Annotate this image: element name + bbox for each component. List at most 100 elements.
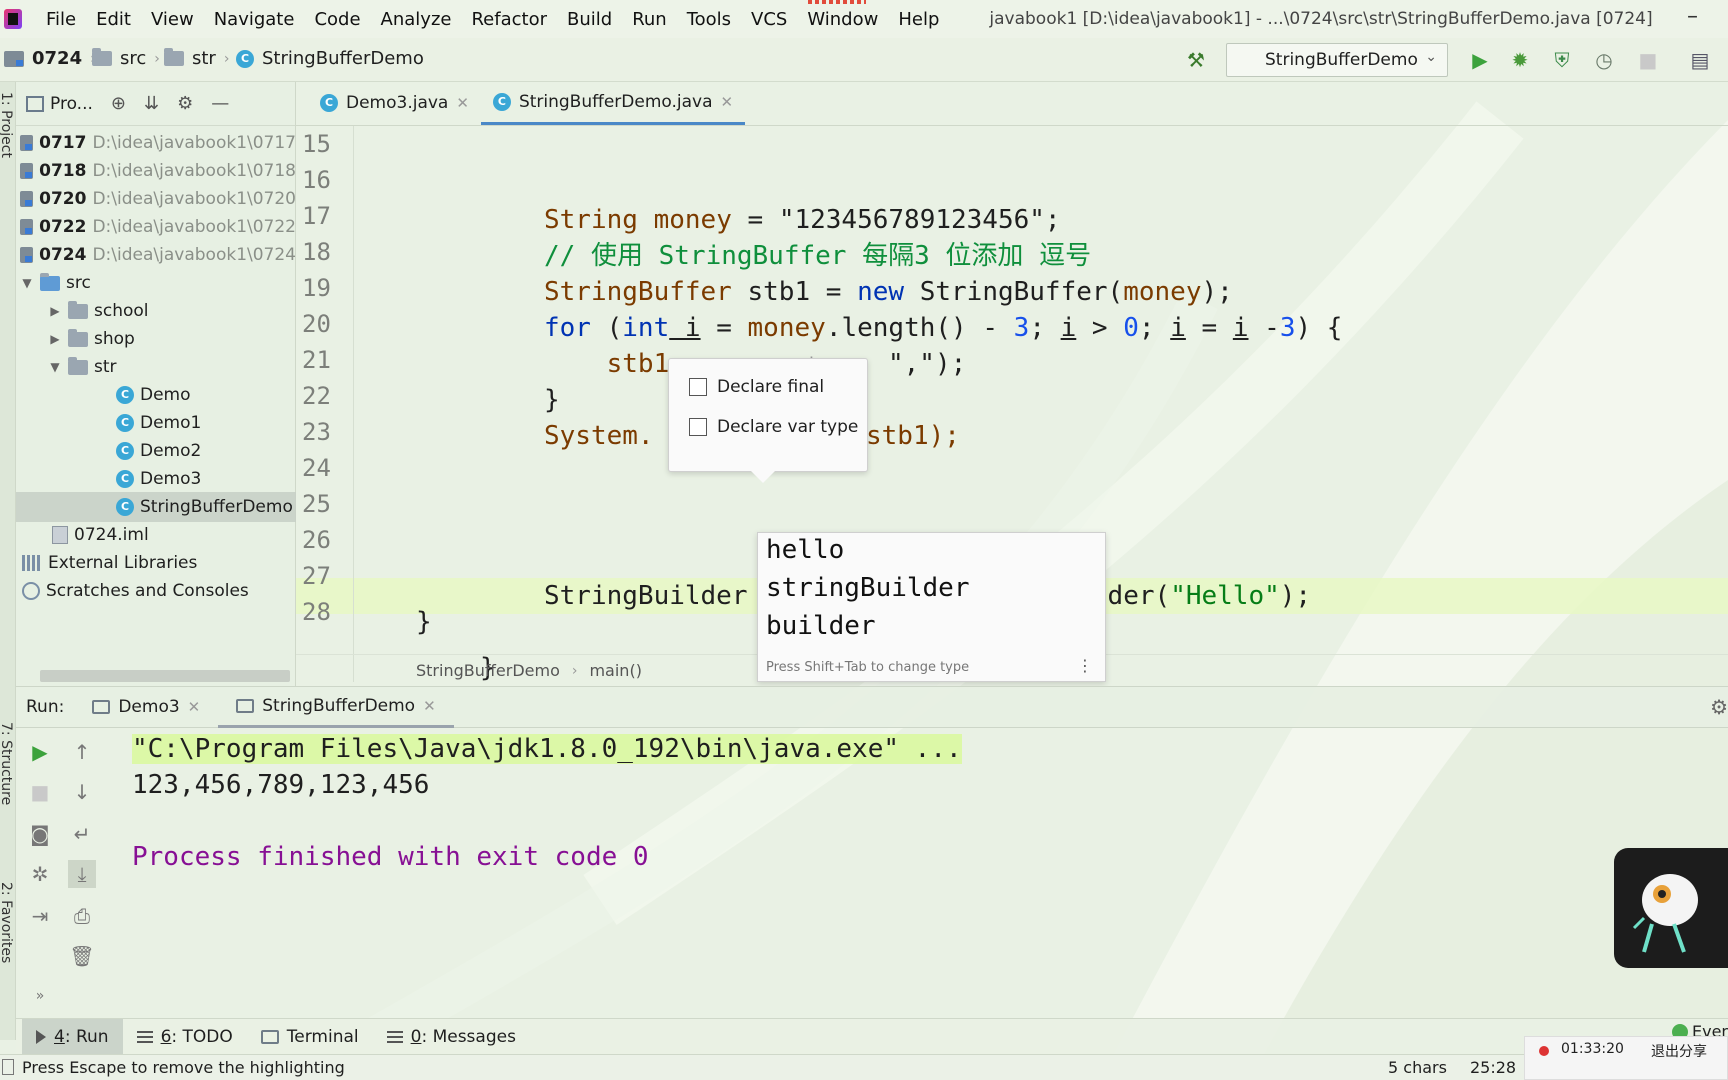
menu-edit[interactable]: Edit [86,9,141,30]
hide-panel-icon[interactable]: — [211,93,229,114]
profile-icon[interactable]: ◷ [1592,48,1616,72]
tool-tab-messages[interactable]: 0: Messages [373,1019,530,1055]
tree-item-shop[interactable]: ▶ shop [16,324,296,354]
suggestion-item[interactable]: stringBuilder [766,573,970,603]
scroll-to-end-icon[interactable]: ⤓ [68,860,96,888]
breadcrumb-class[interactable]: C StringBufferDemo [236,48,424,69]
tool-tab-run[interactable]: 4: Run [22,1018,123,1055]
close-icon[interactable]: ✕ [721,93,734,111]
code-line-22[interactable]: } [544,382,560,418]
menu-window[interactable]: Window [797,9,888,30]
breadcrumb-method[interactable]: main() [589,661,641,680]
declare-var-type-option[interactable]: Declare var type [689,417,858,437]
trash-icon[interactable]: 🗑 [68,942,96,970]
caret-position[interactable]: 25:28 [1470,1058,1516,1077]
print-icon[interactable]: ⎙ [68,902,96,930]
chevron-right-icon[interactable]: ▶ [48,332,62,346]
tool-tab-terminal[interactable]: Terminal [247,1019,373,1055]
declare-var-type-checkbox[interactable] [689,418,707,436]
breadcrumb-module[interactable]: 0724 › [4,48,96,69]
menu-navigate[interactable]: Navigate [204,9,305,30]
code-line-17[interactable]: String money = "123456789123456"; [544,202,1061,238]
tree-item-demo[interactable]: C Demo [16,380,296,410]
tree-item-demo3[interactable]: C Demo3 [16,464,296,494]
close-icon[interactable]: ✕ [423,697,436,715]
code-line-21[interactable]: stb1 [544,346,670,382]
collapse-all-icon[interactable]: ⇊ [144,93,159,114]
code-line-23[interactable]: System. [544,418,654,454]
tree-item-str[interactable]: ▼ str [16,352,296,382]
code-line-19[interactable]: StringBuffer stb1 = new StringBuffer(mon… [544,274,1233,310]
project-structure-icon[interactable]: ▤ [1688,48,1712,72]
favorites-tool-button[interactable]: 2: Favorites [0,882,14,963]
gear-icon[interactable]: ⚙ [177,93,193,114]
chevron-down-icon[interactable]: ▼ [20,276,34,290]
tree-item-0724[interactable]: 0724 D:\idea\javabook1\0724 [16,240,296,270]
more-icon[interactable]: » [26,982,54,1010]
menu-tools[interactable]: Tools [677,9,741,30]
suggestion-item[interactable]: hello [766,535,844,565]
down-arrow-icon[interactable]: ↓ [68,778,96,806]
code-line-28[interactable]: } [416,604,432,640]
suggestion-item[interactable]: builder [766,611,876,641]
exit-share-button[interactable]: 退出分享 [1651,1041,1707,1061]
project-view-select[interactable]: Pro... [26,94,93,114]
run-tab-demo3[interactable]: Demo3 ✕ [74,686,218,728]
console-output[interactable]: "C:\Program Files\Java\jdk1.8.0_192\bin\… [108,728,1728,1018]
intellij-logo-icon[interactable] [4,9,22,29]
more-options-icon[interactable]: ⋮ [1077,656,1093,675]
run-tab-stringbufferdemo[interactable]: StringBufferDemo ✕ [218,686,454,728]
tab-demo3[interactable]: C Demo3.java ✕ [308,81,481,125]
tab-stringbufferdemo[interactable]: C StringBufferDemo.java ✕ [480,81,746,125]
tree-item-scratches[interactable]: Scratches and Consoles [16,576,296,606]
close-icon[interactable]: ✕ [188,698,201,716]
menu-code[interactable]: Code [304,9,370,30]
horizontal-scrollbar[interactable] [40,670,290,682]
tool-tab-todo[interactable]: 6: TODO [123,1019,247,1055]
code-line-18[interactable]: // 使用 StringBuffer 每隔3 位添加 逗号 [544,238,1091,274]
menu-refactor[interactable]: Refactor [461,9,557,30]
rerun-icon[interactable]: ▶ [26,738,54,766]
locate-file-icon[interactable]: ⊕ [111,93,126,114]
tree-item-0718[interactable]: 0718 D:\idea\javabook1\0718 [16,156,296,186]
menu-analyze[interactable]: Analyze [371,9,462,30]
soft-wrap-icon[interactable]: ↵ [68,820,96,848]
gear-icon[interactable]: ⚙ [1710,695,1728,719]
camera-icon[interactable]: ◙ [26,820,54,848]
menu-view[interactable]: View [141,9,204,30]
project-tool-button[interactable]: 1: Project [0,92,14,158]
stop-icon[interactable]: ■ [26,778,54,806]
breadcrumb-str[interactable]: str › [164,48,229,69]
tree-item-school[interactable]: ▶ school [16,296,296,326]
menu-help[interactable]: Help [888,9,949,30]
menu-build[interactable]: Build [557,9,622,30]
chevron-down-icon[interactable]: ▼ [48,360,62,374]
up-arrow-icon[interactable]: ↑ [68,738,96,766]
tree-item-0722[interactable]: 0722 D:\idea\javabook1\0722 [16,212,296,242]
minimize-icon[interactable]: – [1687,4,1698,29]
run-configuration-select[interactable]: StringBufferDemo ⌄ [1226,43,1448,77]
menu-run[interactable]: Run [622,9,677,30]
tree-item-demo2[interactable]: C Demo2 [16,436,296,466]
menu-file[interactable]: File [36,9,86,30]
run-with-coverage-icon[interactable]: ⛨ [1550,48,1574,72]
chevron-right-icon[interactable]: ▶ [48,304,62,318]
stop-icon[interactable]: ■ [1636,48,1660,72]
declare-final-option[interactable]: Declare final [689,377,824,397]
exit-icon[interactable]: ⇥ [26,902,54,930]
build-hammer-icon[interactable]: ⚒ [1184,48,1208,72]
structure-tool-button[interactable]: 7: Structure [0,722,14,805]
tree-item-external-libraries[interactable]: External Libraries [16,548,296,578]
tree-item-iml[interactable]: 0724.iml [16,520,296,550]
tree-item-src[interactable]: ▼ src [16,268,296,298]
tree-item-stringbufferdemo[interactable]: C StringBufferDemo [16,492,296,522]
code-line-20[interactable]: for (int i = money.length() - 3; i > 0; … [544,310,1342,346]
run-icon[interactable]: ▶ [1468,48,1492,72]
breadcrumb-class[interactable]: StringBufferDemo [416,661,560,680]
breadcrumb-src[interactable]: src › [92,48,160,69]
tree-item-0717[interactable]: 0717 D:\idea\javabook1\0717 [16,128,296,158]
declare-final-checkbox[interactable] [689,378,707,396]
menu-vcs[interactable]: VCS [741,9,797,30]
tree-item-0720[interactable]: 0720 D:\idea\javabook1\0720 [16,184,296,214]
settings-icon[interactable]: ✲ [26,860,54,888]
